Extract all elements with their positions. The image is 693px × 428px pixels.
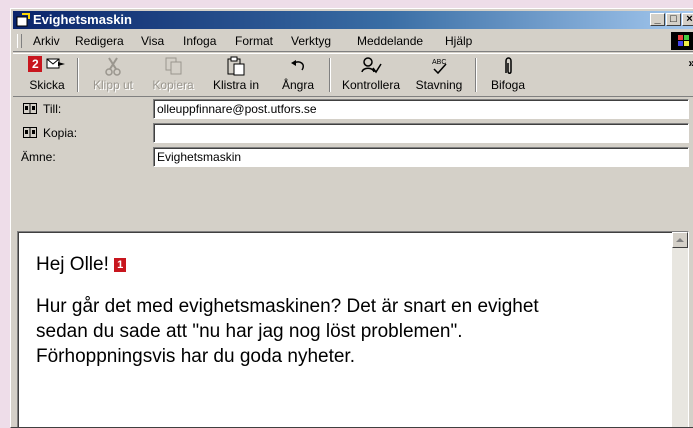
spelling-button[interactable]: ABC Stavning bbox=[409, 56, 469, 94]
close-button[interactable]: × bbox=[682, 13, 693, 26]
spelling-label: Stavning bbox=[415, 78, 463, 92]
windows-logo-icon bbox=[671, 32, 693, 50]
check-names-icon bbox=[361, 57, 382, 74]
copy-icon bbox=[165, 57, 182, 75]
spellcheck-icon: ABC bbox=[432, 59, 447, 75]
cc-row: Kopia: bbox=[13, 122, 693, 144]
subject-field[interactable]: Evighetsmaskin bbox=[153, 147, 689, 167]
maximize-button[interactable]: □ bbox=[666, 13, 681, 26]
menu-redigera[interactable]: Redigera bbox=[75, 31, 124, 51]
cc-label: Kopia: bbox=[43, 126, 78, 140]
cut-button[interactable]: Klipp ut bbox=[85, 56, 141, 94]
menu-meddelande[interactable]: Meddelande bbox=[357, 31, 423, 51]
to-row: Till: olleuppfinnare@post.utfors.se bbox=[13, 98, 693, 120]
body-line-1: Hur går det med evighetsmaskinen? Det är… bbox=[36, 296, 539, 317]
toolbar-separator bbox=[329, 58, 331, 92]
menu-verktyg[interactable]: Verktyg bbox=[291, 31, 331, 51]
menubar-grip[interactable] bbox=[17, 34, 22, 48]
subject-label: Ämne: bbox=[21, 150, 56, 164]
cc-field[interactable] bbox=[153, 123, 689, 143]
body-line-2: sedan du sade att "nu har jag nog löst p… bbox=[36, 321, 463, 342]
send-step-badge: 2 bbox=[28, 56, 43, 72]
toolbar: 2 Skicka Klipp ut Kopiera Klistra in Ång… bbox=[13, 53, 693, 97]
toolbar-overflow-button[interactable]: » bbox=[688, 56, 693, 70]
new-message-icon bbox=[16, 13, 30, 27]
attach-button[interactable]: Bifoga bbox=[483, 56, 533, 94]
compose-window: Evighetsmaskin _ □ × Arkiv Redigera Visa… bbox=[10, 8, 693, 428]
subject-row: Ämne: Evighetsmaskin bbox=[13, 146, 693, 168]
copy-label: Kopiera bbox=[152, 78, 194, 92]
send-icon bbox=[46, 58, 65, 69]
menu-infoga[interactable]: Infoga bbox=[183, 31, 216, 51]
paste-label: Klistra in bbox=[212, 78, 259, 92]
menu-visa[interactable]: Visa bbox=[141, 31, 164, 51]
menu-arkiv[interactable]: Arkiv bbox=[33, 31, 60, 51]
scissors-icon bbox=[105, 57, 121, 76]
toolbar-separator bbox=[475, 58, 477, 92]
title-bar[interactable]: Evighetsmaskin _ □ × bbox=[13, 11, 693, 29]
check-names-button[interactable]: Kontrollera bbox=[335, 56, 407, 94]
menu-bar: Arkiv Redigera Visa Infoga Format Verkty… bbox=[13, 31, 693, 52]
scroll-up-button[interactable] bbox=[672, 232, 688, 248]
address-book-icon[interactable] bbox=[23, 127, 37, 138]
menu-format[interactable]: Format bbox=[235, 31, 273, 51]
menu-hjalp[interactable]: Hjälp bbox=[445, 31, 472, 51]
scroll-up-arrow-icon bbox=[676, 238, 684, 242]
paperclip-icon bbox=[505, 57, 512, 74]
undo-label: Ångra bbox=[281, 78, 315, 92]
copy-button[interactable]: Kopiera bbox=[147, 56, 199, 94]
check-names-label: Kontrollera bbox=[341, 78, 401, 92]
cut-label: Klipp ut bbox=[92, 78, 134, 92]
message-body[interactable]: Hej Olle! 1 Hur går det med evighetsmask… bbox=[17, 231, 689, 427]
paste-button[interactable]: Klistra in bbox=[205, 56, 267, 94]
to-field[interactable]: olleuppfinnare@post.utfors.se bbox=[153, 99, 689, 119]
attach-label: Bifoga bbox=[490, 78, 526, 92]
send-label: Skicka bbox=[29, 78, 65, 92]
undo-button[interactable]: Ångra bbox=[273, 56, 323, 94]
body-line-3: Förhoppningsvis har du goda nyheter. bbox=[36, 346, 355, 367]
to-label: Till: bbox=[43, 102, 62, 116]
window-title: Evighetsmaskin bbox=[33, 12, 132, 27]
send-button[interactable]: 2 Skicka bbox=[23, 56, 71, 94]
message-header-fields: Till: olleuppfinnare@post.utfors.se Kopi… bbox=[13, 98, 693, 226]
greeting-step-badge: 1 bbox=[114, 258, 127, 272]
address-book-icon[interactable] bbox=[23, 103, 37, 114]
minimize-button[interactable]: _ bbox=[650, 13, 665, 26]
paste-icon bbox=[227, 56, 245, 76]
vertical-scrollbar[interactable] bbox=[672, 232, 688, 427]
message-text[interactable]: Hej Olle! 1 Hur går det med evighetsmask… bbox=[36, 252, 658, 386]
undo-icon bbox=[291, 60, 305, 71]
toolbar-separator bbox=[77, 58, 79, 92]
greeting-text: Hej Olle! bbox=[36, 254, 109, 275]
